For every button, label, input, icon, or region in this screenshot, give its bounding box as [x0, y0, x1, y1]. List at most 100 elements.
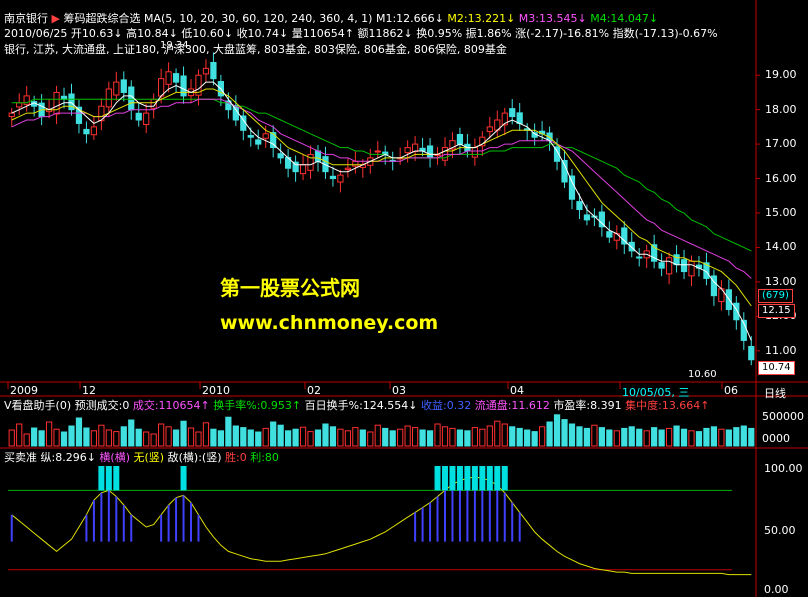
- candle-body: [210, 62, 217, 80]
- volume-bar: [628, 426, 635, 447]
- volume-bar: [651, 427, 658, 447]
- candle-body: [516, 112, 523, 124]
- candle-body: [255, 139, 262, 145]
- volume-bar: [202, 422, 210, 447]
- candle-body: [688, 260, 695, 277]
- candle-body: [53, 91, 60, 115]
- m2-label: M2:13.221↓: [447, 12, 516, 25]
- stock-name[interactable]: 南京银行: [4, 12, 48, 25]
- oscillator-line: [11, 476, 752, 576]
- volume-bar: [322, 423, 329, 447]
- volume-bar: [621, 427, 628, 447]
- volume-bar: [471, 427, 478, 447]
- volume-bar: [404, 425, 411, 447]
- vol-turn100: 百日换手%:124.554↓: [304, 399, 418, 412]
- ma-label: MA(5, 10, 20, 30, 60, 120, 240, 360, 4, …: [143, 12, 373, 25]
- candle-body: [673, 254, 680, 266]
- volume-bar: [725, 429, 732, 447]
- volume-bar: [158, 423, 165, 447]
- volume-bar: [733, 427, 740, 447]
- volume-bar: [38, 430, 45, 447]
- volume-bar: [90, 430, 98, 447]
- volume-bar: [367, 431, 374, 447]
- candle-body: [202, 67, 210, 75]
- candle-body: [486, 126, 493, 133]
- quote-close: 收10.74↓: [236, 27, 289, 40]
- volume-bar: [299, 426, 307, 447]
- m1-label: M1:12.666↓: [375, 12, 444, 25]
- signal-top-bar: [494, 466, 501, 491]
- volume-bar: [546, 421, 553, 447]
- vol-pe: 市盈率:8.391: [553, 399, 622, 412]
- candle-body: [606, 231, 613, 238]
- price-box-2: 12.15: [758, 304, 795, 318]
- volume-bar: [23, 433, 30, 447]
- m3-label: M3:13.545↓: [518, 12, 587, 25]
- low-mark: 10.60: [688, 369, 717, 380]
- time-unit[interactable]: 日线: [764, 385, 786, 401]
- volume-bar: [748, 427, 755, 447]
- volume-bar: [568, 423, 576, 447]
- vol-turn: 换手率%:0.953↑: [213, 399, 302, 412]
- ind-title[interactable]: 买卖准: [4, 451, 37, 464]
- volume-bar: [718, 428, 725, 447]
- vol-conc: 集中度:13.664↑: [625, 399, 710, 412]
- volume-bar: [643, 430, 650, 447]
- volume-bar: [225, 416, 232, 447]
- indicator-panel-header: 买卖准 纵:8.296↓ 横(横) 无(竖) 敌(横):(竖) 胜:0 利:80: [4, 451, 279, 465]
- volume-bar: [285, 430, 292, 447]
- watermark-url: www.chnmoney.com: [220, 312, 439, 334]
- candle-body: [8, 112, 15, 118]
- volume-bar: [352, 427, 359, 447]
- candle-body: [105, 88, 112, 108]
- candle-body: [352, 160, 359, 167]
- time-tick-label: 12: [82, 384, 96, 397]
- header-bar: 南京银行 ▶ 筹码超跌综合选 MA(5, 10, 20, 30, 60, 120…: [4, 12, 658, 26]
- volume-bar: [553, 414, 561, 447]
- price-tick-label: 17.00: [765, 137, 797, 151]
- ind-enemy: 敌(横):(竖): [167, 451, 222, 464]
- volume-bar: [598, 427, 605, 447]
- ma-green-line: [11, 98, 752, 252]
- signal-top-bar: [98, 466, 105, 491]
- vol-title[interactable]: V看盘助手(0): [4, 399, 71, 412]
- quote-low: 低10.60↓: [181, 27, 234, 40]
- quote-index: 指数(-17.13)-0.67%: [612, 27, 718, 40]
- candle-body: [314, 150, 322, 162]
- volume-bar: [509, 426, 516, 447]
- high-mark: 19.34: [160, 40, 189, 51]
- candle-body: [509, 108, 516, 118]
- candle-body: [337, 174, 344, 183]
- volume-bar: [449, 427, 456, 447]
- vol-float: 流通盘:11.612: [474, 399, 550, 412]
- time-tick-label: 04: [510, 384, 524, 397]
- volume-bar: [359, 429, 366, 447]
- volume-bar: [135, 428, 142, 447]
- volume-bar: [143, 431, 150, 447]
- signal-top-bar: [434, 466, 441, 491]
- candle-body: [299, 164, 307, 175]
- volume-bar: [486, 425, 493, 447]
- quote-amplitude: 振1.86%: [465, 27, 512, 40]
- volume-bar: [591, 424, 598, 447]
- signal-top-bar: [113, 466, 120, 491]
- candle-body: [262, 133, 269, 139]
- candle-body: [165, 71, 172, 85]
- candle-body: [658, 262, 665, 269]
- volume-bar: [636, 428, 643, 447]
- volume-bar: [113, 431, 120, 447]
- volume-bar: [397, 428, 404, 447]
- time-tick-label: 03: [392, 384, 406, 397]
- volume-bar: [195, 431, 202, 447]
- vol-axis-bottom: 0000: [762, 432, 790, 445]
- signal-top-bar: [456, 466, 463, 491]
- candle-body: [135, 112, 142, 121]
- quote-amount: 额11862↓: [357, 27, 413, 40]
- candle-body: [128, 86, 135, 111]
- volume-bar: [412, 427, 419, 447]
- volume-bar: [382, 427, 389, 447]
- volume-bar: [105, 429, 112, 447]
- volume-bar: [374, 424, 381, 447]
- price-tick-label: 11.00: [765, 343, 797, 357]
- volume-bar: [561, 419, 568, 447]
